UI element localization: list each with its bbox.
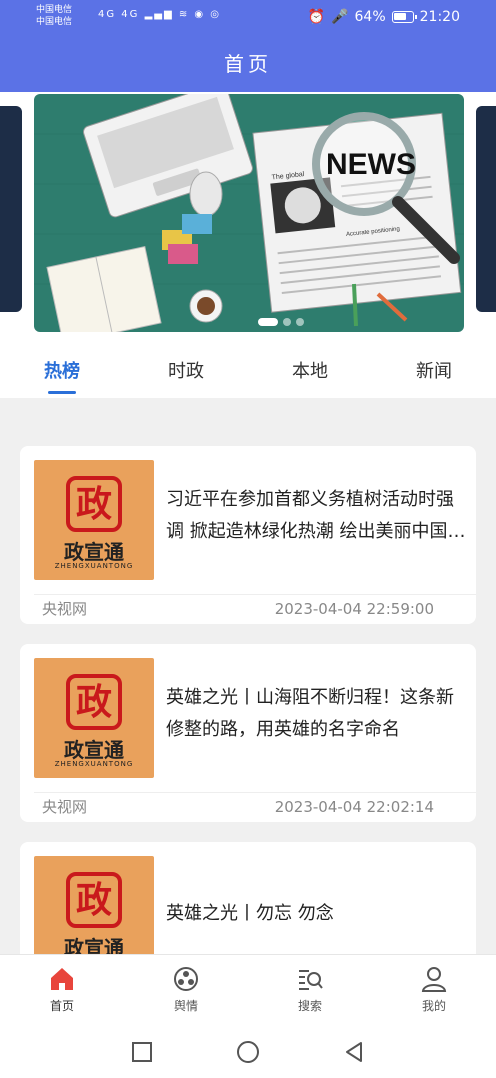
bottom-nav: 首页 舆情 搜索 我的	[0, 954, 496, 1024]
search-list-icon	[299, 970, 323, 990]
news-title[interactable]: 英雄之光丨山海阻不断归程！这条新修整的路，用英雄的名字命名	[166, 682, 466, 746]
alarm-icon: ⏰	[307, 9, 326, 25]
back-icon[interactable]	[342, 1040, 366, 1064]
news-card[interactable]: 政 政宣通 ZHENGXUANTONG 英雄之光丨勿忘 勿念	[20, 842, 476, 954]
page-title: 首页	[0, 36, 496, 92]
brand-name: 政宣通	[64, 540, 124, 564]
carrier-2: 中国电信	[36, 17, 73, 27]
brand-seal-logo: 政	[66, 674, 122, 730]
brand-seal-logo: 政	[66, 872, 122, 928]
tab-hot[interactable]: 热榜	[0, 346, 124, 398]
battery-icon	[391, 11, 417, 23]
status-right: ⏰ 🎤 64% 21:20	[308, 9, 460, 25]
nav-opinion-label: 舆情	[173, 999, 198, 1013]
mic-icon: 🎤	[331, 9, 349, 25]
home-circle-icon[interactable]	[236, 1040, 260, 1064]
carousel-dot-2[interactable]	[283, 318, 291, 326]
banner-illustration: The global Accurate positioning NEWS	[34, 94, 464, 332]
banner-carousel[interactable]: The global Accurate positioning NEWS	[0, 92, 496, 346]
brand-name-en: ZHENGXUANTONG	[54, 562, 134, 570]
news-list[interactable]: 政 政宣通 ZHENGXUANTONG 习近平在参加首都义务植树活动时强调 掀起…	[0, 398, 496, 954]
news-time: 2023-04-04 22:02:14	[274, 798, 434, 816]
banner-next-slide[interactable]	[476, 106, 496, 312]
news-source: 央视网	[42, 600, 88, 618]
tab-politics[interactable]: 时政	[124, 346, 248, 398]
nav-search-label: 搜索	[297, 999, 322, 1013]
banner-headline: NEWS	[326, 148, 416, 181]
nav-profile[interactable]: 我的	[372, 955, 496, 1024]
news-title[interactable]: 英雄之光丨勿忘 勿念	[166, 898, 466, 930]
news-thumbnail: 政 政宣通 ZHENGXUANTONG	[34, 856, 154, 954]
profile-icon	[421, 967, 447, 992]
carousel-dot-1[interactable]	[258, 318, 278, 326]
news-source: 央视网	[42, 798, 88, 816]
laptop-icon	[83, 94, 253, 218]
banner-prev-slide[interactable]	[0, 106, 22, 312]
opinion-icon	[174, 967, 198, 991]
news-card[interactable]: 政 政宣通 ZHENGXUANTONG 习近平在参加首都义务植树活动时强调 掀起…	[20, 446, 476, 624]
card-divider	[34, 792, 476, 793]
tab-local[interactable]: 本地	[248, 346, 372, 398]
status-bar: 中国电信 中国电信 4G 4G ▂▄▆ ≋ ◉ ◎ ⏰ 🎤 64% 21:20	[0, 0, 496, 36]
news-title[interactable]: 习近平在参加首都义务植树活动时强调 掀起造林绿化热潮 绘出美丽中国的更新更美画卷	[166, 484, 466, 548]
nav-home-label: 首页	[49, 999, 74, 1013]
carousel-dot-3[interactable]	[296, 318, 304, 326]
card-divider	[34, 594, 476, 595]
system-nav-bar	[0, 1024, 496, 1078]
signal-icon: 4G 4G ▂▄▆ ≋ ◉ ◎	[98, 9, 222, 20]
brand-name: 政宣通	[64, 738, 124, 762]
network-label: 4G 4G	[98, 9, 140, 20]
brand-name: 政宣通	[64, 936, 124, 954]
news-card[interactable]: 政 政宣通 ZHENGXUANTONG 英雄之光丨山海阻不断归程！这条新修整的路…	[20, 644, 476, 822]
brand-seal-logo: 政	[66, 476, 122, 532]
tab-news[interactable]: 新闻	[372, 346, 496, 398]
clock: 21:20	[419, 9, 460, 25]
nav-home[interactable]: 首页	[0, 955, 124, 1024]
brand-name-en: ZHENGXUANTONG	[54, 760, 134, 768]
carrier-1: 中国电信	[36, 5, 73, 15]
nav-opinion[interactable]: 舆情	[124, 955, 248, 1024]
news-thumbnail: 政 政宣通 ZHENGXUANTONG	[34, 658, 154, 778]
news-time: 2023-04-04 22:59:00	[274, 600, 434, 618]
nav-profile-label: 我的	[421, 999, 446, 1013]
news-thumbnail: 政 政宣通 ZHENGXUANTONG	[34, 460, 154, 580]
battery-percent: 64%	[354, 9, 386, 25]
carrier-info: 中国电信 中国电信	[36, 4, 72, 28]
banner-slide[interactable]: The global Accurate positioning NEWS	[34, 94, 464, 332]
recent-apps-icon[interactable]	[130, 1040, 154, 1064]
nav-search[interactable]: 搜索	[248, 955, 372, 1024]
category-tabs: 热榜 时政 本地 新闻	[0, 346, 496, 398]
carousel-indicator	[258, 318, 304, 326]
home-icon	[51, 968, 73, 990]
